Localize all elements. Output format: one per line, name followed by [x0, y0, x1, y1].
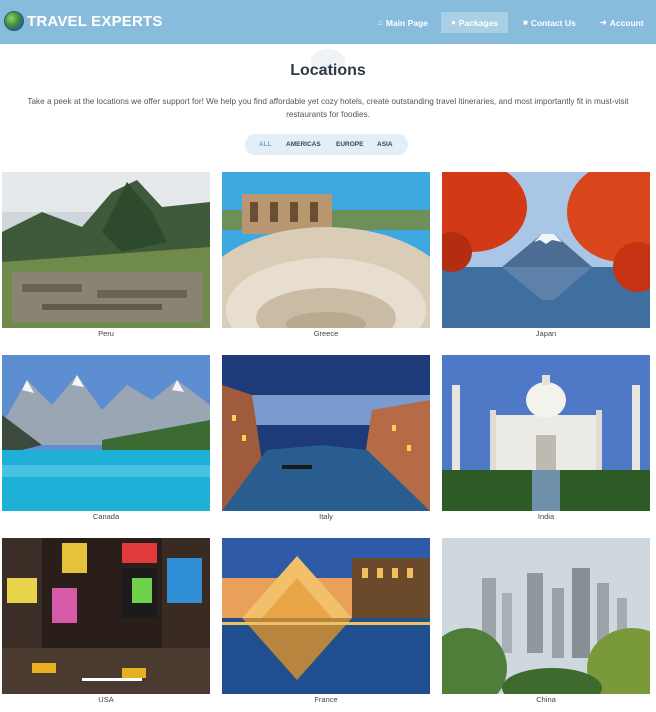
location-card-china[interactable]	[442, 538, 650, 694]
filter-europe[interactable]: EUROPE	[336, 141, 363, 148]
canada-photo	[2, 355, 210, 511]
location-caption: USA	[98, 695, 114, 704]
location-card-usa[interactable]	[2, 538, 210, 694]
nav-main-label: Main Page	[385, 17, 428, 28]
home-icon: ⌂	[378, 18, 383, 27]
location-card-canada[interactable]	[2, 355, 210, 511]
nav-contact-label: Contact Us	[530, 17, 576, 28]
location-caption: France	[314, 695, 338, 704]
nav-packages[interactable]: ● Packages	[441, 12, 508, 33]
nav-packages-label: Packages	[458, 17, 499, 28]
france-photo	[222, 538, 430, 694]
location-card-india[interactable]	[442, 355, 650, 511]
filter-americas[interactable]: AMERICAS	[286, 141, 321, 148]
japan-photo	[442, 172, 650, 328]
filter-asia[interactable]: ASIA	[377, 141, 393, 148]
globe-nav-icon: ●	[450, 18, 456, 27]
greece-photo	[222, 172, 430, 328]
login-icon: ➜	[600, 18, 607, 27]
contact-icon: ■	[523, 18, 528, 27]
location-caption: Greece	[313, 329, 339, 338]
filter-all[interactable]: ALL	[259, 141, 272, 148]
location-card-france[interactable]	[222, 538, 430, 694]
location-card-peru[interactable]	[2, 172, 210, 328]
nav-contact-us[interactable]: ■ Contact Us	[523, 12, 576, 33]
brand-logo[interactable]: TRAVEL EXPERTS	[4, 11, 163, 31]
location-caption: Japan	[535, 329, 557, 338]
location-card-italy[interactable]	[222, 355, 430, 511]
nav-account[interactable]: ➜ Account	[600, 12, 644, 33]
italy-photo	[222, 355, 430, 511]
peru-photo	[2, 172, 210, 328]
top-navbar: TRAVEL EXPERTS ⌂ Main Page ● Packages ■ …	[0, 0, 656, 44]
location-card-japan[interactable]	[442, 172, 650, 328]
page-title: Locations	[290, 62, 366, 79]
location-caption: Canada	[92, 512, 120, 521]
location-card-greece[interactable]	[222, 172, 430, 328]
brand-name: TRAVEL EXPERTS	[27, 12, 163, 30]
region-filter-bar: ALL AMERICAS EUROPE ASIA	[245, 134, 408, 155]
location-caption: India	[537, 512, 555, 521]
location-caption: China	[536, 695, 556, 704]
nav-main-page[interactable]: ⌂ Main Page	[378, 12, 428, 33]
location-caption: Peru	[98, 329, 114, 338]
china-photo	[442, 538, 650, 694]
page-intro: Take a peek at the locations we offer su…	[27, 97, 629, 119]
globe-icon	[4, 11, 24, 31]
location-caption: Italy	[319, 512, 333, 521]
nav-account-label: Account	[609, 17, 644, 28]
india-photo	[442, 355, 650, 511]
usa-photo	[2, 538, 210, 694]
